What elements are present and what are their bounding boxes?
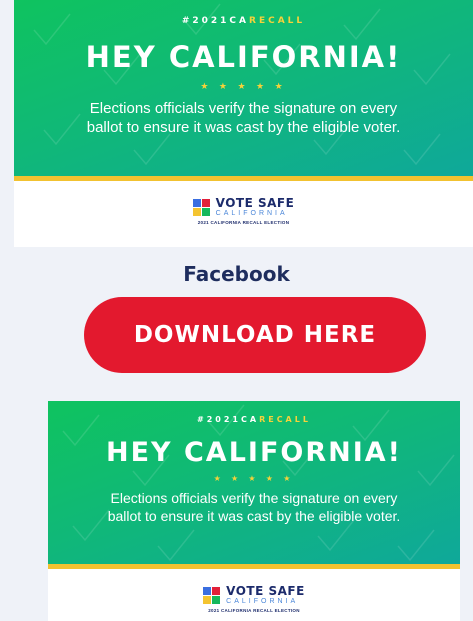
hashtag: #2021CARECALL	[181, 16, 306, 26]
star-rating-icon: ★ ★ ★ ★ ★	[200, 81, 287, 91]
logo-grid-icon	[192, 198, 210, 216]
platform-label: Facebook	[183, 262, 290, 286]
logo-caption: 2021 CALIFORNIA RECALL ELECTION	[197, 220, 290, 225]
logo-title: VOTE SAFE	[226, 584, 305, 598]
logo-grid-icon	[203, 586, 221, 604]
star-rating-icon: ★ ★ ★ ★ ★	[213, 474, 295, 483]
graphic-preview-bottom: #2021CARECALL HEY CALIFORNIA! ★ ★ ★ ★ ★ …	[48, 401, 460, 621]
graphic-banner: #2021CARECALL HEY CALIFORNIA! ★ ★ ★ ★ ★ …	[48, 401, 460, 564]
hashtag: #2021CARECALL	[197, 415, 311, 424]
graphic-preview-top: #2021CARECALL HEY CALIFORNIA! ★ ★ ★ ★ ★ …	[14, 0, 473, 247]
yellow-stripe	[48, 564, 460, 569]
message-text: Elections officials verify the signature…	[107, 490, 401, 524]
vote-safe-logo: VOTE SAFE CALIFORNIA	[14, 197, 473, 217]
message-text: Elections officials verify the signature…	[86, 100, 401, 136]
graphic-banner: #2021CARECALL HEY CALIFORNIA! ★ ★ ★ ★ ★ …	[14, 0, 473, 176]
logo-title: VOTE SAFE	[215, 196, 295, 210]
headline: HEY CALIFORNIA!	[106, 437, 402, 468]
headline: HEY CALIFORNIA!	[85, 40, 402, 74]
download-button[interactable]: DOWNLOAD HERE	[84, 297, 426, 373]
yellow-stripe	[14, 176, 473, 181]
logo-caption: 2021 CALIFORNIA RECALL ELECTION	[208, 608, 300, 613]
vote-safe-logo: VOTE SAFE CALIFORNIA	[48, 585, 460, 605]
logo-subtitle: CALIFORNIA	[226, 598, 299, 605]
logo-subtitle: CALIFORNIA	[215, 210, 288, 217]
